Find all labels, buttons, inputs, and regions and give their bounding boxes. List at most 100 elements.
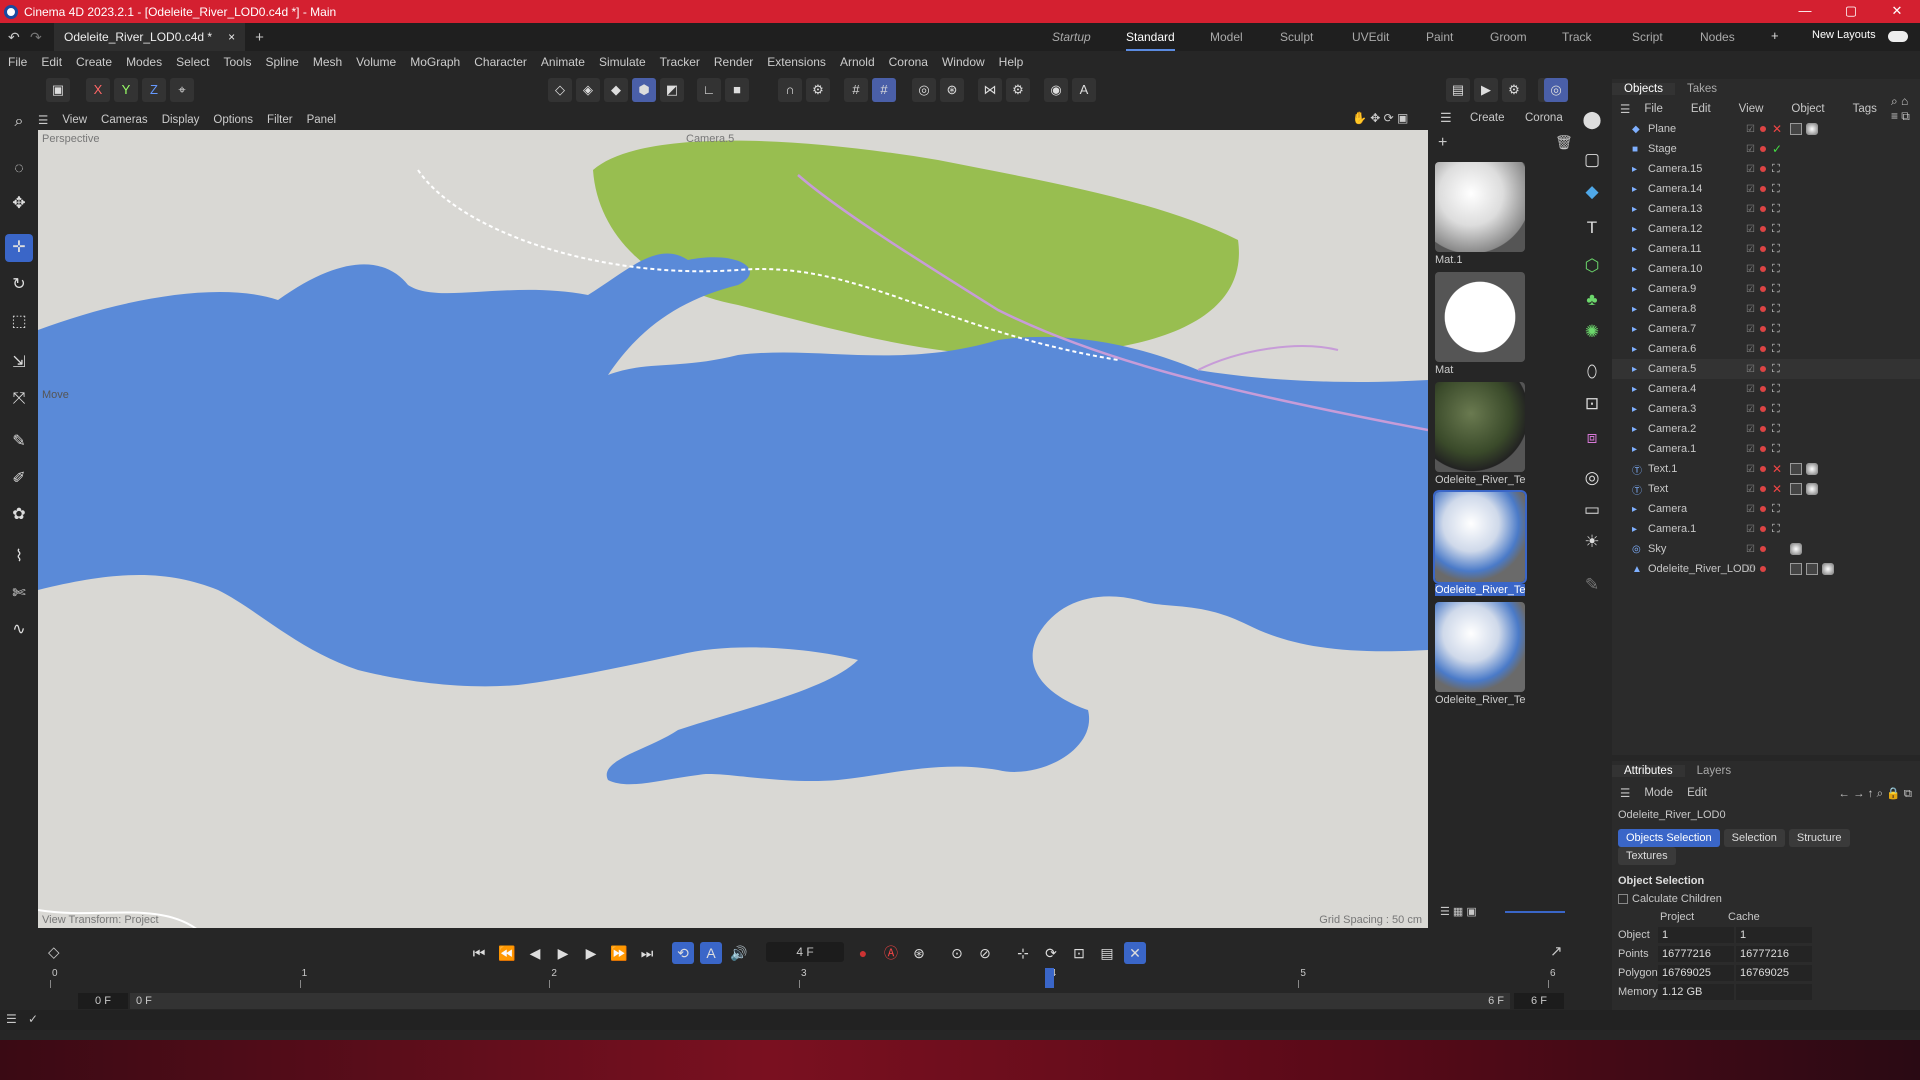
object-row[interactable]: ▸ Camera.3 ☑ ⛶ [1612, 399, 1920, 419]
disabled-x-icon[interactable]: ✕ [1772, 122, 1782, 136]
material-swatch[interactable]: Odeleite_River_Te: [1433, 490, 1527, 596]
transform-tool-icon[interactable]: ⇲ [5, 349, 33, 377]
delete-material-icon[interactable]: 🗑 [1555, 134, 1573, 151]
layer-icon[interactable]: ☑ [1746, 224, 1755, 235]
keyframe-icon[interactable]: ◇ [48, 943, 60, 961]
document-tab[interactable]: Odeleite_River_LOD0.c4d * × [54, 23, 246, 51]
tex-tag-icon[interactable] [1790, 483, 1802, 495]
camera-target-icon[interactable]: ⛶ [1772, 503, 1780, 516]
layer-icon[interactable]: ☑ [1746, 564, 1755, 575]
live-selection-icon[interactable]: ✥ [5, 190, 33, 218]
objects-menu-tags[interactable]: Tags [1853, 103, 1877, 115]
layer-icon[interactable]: ☑ [1746, 144, 1755, 155]
visibility-icon[interactable]: ◉ [1044, 78, 1068, 102]
object-row[interactable]: ▸ Camera.1 ☑ ⛶ [1612, 439, 1920, 459]
uv-mode-icon[interactable]: ◩ [660, 78, 684, 102]
layout-tab-nodes[interactable]: Nodes [1700, 23, 1735, 51]
visibility-dots[interactable] [1760, 526, 1766, 532]
visibility-dots[interactable] [1760, 166, 1766, 172]
layer-icon[interactable]: ☑ [1746, 364, 1755, 375]
layer-icon[interactable]: ☑ [1746, 444, 1755, 455]
object-row[interactable]: ▸ Camera.6 ☑ ⛶ [1612, 339, 1920, 359]
layout-tab-startup[interactable]: Startup [1052, 23, 1091, 51]
disabled-x-icon[interactable]: ✕ [1772, 462, 1782, 476]
tex-tag-icon[interactable] [1806, 563, 1818, 575]
start-frame-field[interactable]: 0 F [78, 993, 128, 1009]
edit-icon[interactable]: ✎ [1577, 570, 1607, 600]
add-layout-icon[interactable]: + [1771, 28, 1779, 43]
menu-spline[interactable]: Spline [265, 55, 298, 69]
deformer-icon[interactable]: ⬯ [1577, 357, 1607, 387]
menu-arnold[interactable]: Arnold [840, 55, 875, 69]
loop-icon[interactable]: ⟲ [672, 942, 694, 964]
visibility-dots[interactable] [1760, 146, 1766, 152]
camera-target-icon[interactable]: ⛶ [1772, 423, 1780, 436]
layout-tab-uvedit[interactable]: UVEdit [1352, 23, 1389, 51]
motion-mode-icon[interactable]: ✕ [1124, 942, 1146, 964]
soft-selection-settings-icon[interactable]: ⚙ [1006, 78, 1030, 102]
material-size-slider[interactable] [1505, 911, 1565, 913]
model-mode-icon[interactable]: ⬢ [632, 78, 656, 102]
position-key-icon[interactable]: ⊙ [946, 942, 968, 964]
symmetry-settings-icon[interactable]: ⊛ [940, 78, 964, 102]
object-row[interactable]: ▲ Odeleite_River_LOD0 ☑ [1612, 559, 1920, 579]
object-row[interactable]: ▸ Camera.2 ☑ ⛶ [1612, 419, 1920, 439]
objects-tab-objects[interactable]: Objects [1612, 83, 1675, 95]
mat-menu-icon[interactable]: ☰ [1440, 110, 1452, 126]
next-key-icon[interactable]: ⏩ [608, 942, 630, 964]
disabled-x-icon[interactable]: ✕ [1772, 482, 1782, 496]
object-row[interactable]: ▸ Camera.15 ☑ ⛶ [1612, 159, 1920, 179]
camera-target-icon[interactable]: ⛶ [1772, 203, 1780, 216]
menu-modes[interactable]: Modes [126, 55, 162, 69]
material-swatch[interactable]: Odeleite_River_Te: [1435, 382, 1525, 486]
layer-icon[interactable]: ☑ [1746, 544, 1755, 555]
menu-mesh[interactable]: Mesh [313, 55, 342, 69]
object-row[interactable]: ▸ Camera.10 ☑ ⛶ [1612, 259, 1920, 279]
redo-icon[interactable]: ↷ [30, 29, 42, 46]
symmetry-icon[interactable]: ◎ [912, 78, 936, 102]
attr-cache-value[interactable] [1736, 984, 1812, 1000]
pla-key-icon[interactable]: ⊡ [1068, 942, 1090, 964]
camera-target-icon[interactable]: ⛶ [1772, 243, 1780, 256]
menu-edit[interactable]: Edit [41, 55, 62, 69]
layout-tab-groom[interactable]: Groom [1490, 23, 1527, 51]
scale-key-icon[interactable]: ⊹ [1012, 942, 1034, 964]
move-tool-icon[interactable]: ✛ [5, 234, 33, 262]
object-row[interactable]: ▸ Camera.14 ☑ ⛶ [1612, 179, 1920, 199]
layer-icon[interactable]: ☑ [1746, 184, 1755, 195]
attr-nav-icons[interactable]: ← → ↑ ⌕ 🔒 ⧉ [1838, 786, 1912, 801]
tex-tag-icon[interactable] [1790, 463, 1802, 475]
attr-cache-value[interactable]: 1 [1736, 927, 1812, 943]
attr-project-value[interactable]: 1 [1658, 927, 1734, 943]
points-mode-icon[interactable]: ◇ [548, 78, 572, 102]
visibility-dots[interactable] [1760, 266, 1766, 272]
deform-tool-icon[interactable]: ⤧ [5, 385, 33, 413]
layer-icon[interactable]: ☑ [1746, 264, 1755, 275]
visibility-dots[interactable] [1760, 246, 1766, 252]
current-frame-field[interactable]: 4 F [766, 942, 844, 962]
menu-window[interactable]: Window [942, 55, 985, 69]
attr-project-value[interactable]: 16777216 [1658, 946, 1734, 962]
layer-icon[interactable]: ☑ [1746, 384, 1755, 395]
visibility-dots[interactable] [1760, 506, 1766, 512]
layer-icon[interactable]: ☑ [1746, 284, 1755, 295]
scene-icon[interactable]: ⧈ [1577, 423, 1607, 453]
go-to-end-icon[interactable]: ⏭ [636, 942, 658, 964]
subtab-objects-selection[interactable]: Objects Selection [1618, 829, 1720, 847]
interpolation-icon[interactable]: ▤ [1096, 942, 1118, 964]
visibility-dots[interactable] [1760, 206, 1766, 212]
layer-icon[interactable]: ☑ [1746, 344, 1755, 355]
camera-target-icon[interactable]: ⛶ [1772, 343, 1780, 356]
light-icon[interactable]: ☀ [1577, 527, 1607, 557]
attr-cache-value[interactable]: 16777216 [1736, 946, 1812, 962]
prev-key-icon[interactable]: ⏪ [496, 942, 518, 964]
camera-target-icon[interactable]: ⛶ [1772, 403, 1780, 416]
attr-menu-icon[interactable]: ☰ [1620, 786, 1630, 800]
sound-icon[interactable]: 🔊 [728, 942, 750, 964]
camera-target-icon[interactable]: ⛶ [1772, 283, 1780, 296]
camera-object-icon[interactable]: ⊡ [1577, 389, 1607, 419]
camera-target-icon[interactable]: ⛶ [1772, 363, 1780, 376]
layout-tab-sculpt[interactable]: Sculpt [1280, 23, 1313, 51]
object-row[interactable]: ▸ Camera.9 ☑ ⛶ [1612, 279, 1920, 299]
timeline-ruler[interactable]: 0123456 [50, 968, 1562, 990]
